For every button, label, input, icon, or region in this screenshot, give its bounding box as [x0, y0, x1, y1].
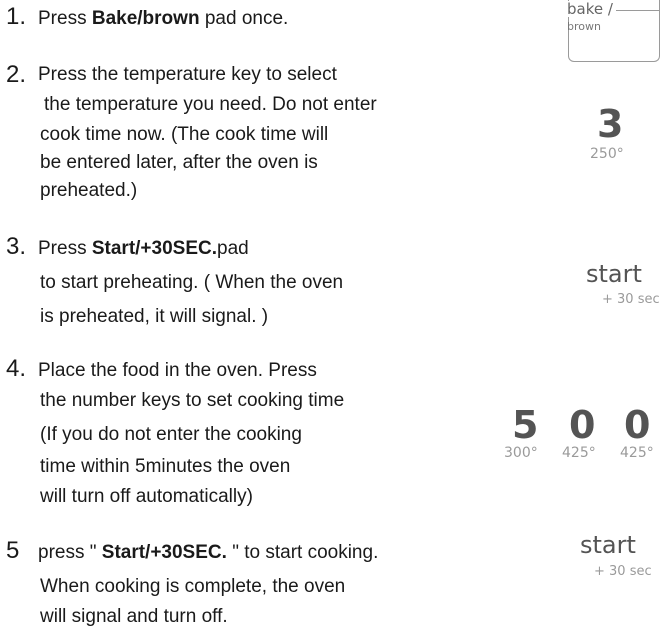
step-3-number: 3. — [6, 233, 27, 260]
step-1-number: 1. — [6, 3, 27, 30]
bake-brown-term: Bake/brown — [91, 8, 200, 29]
step-2-line-2: the temperature you need. Do not enter — [44, 94, 377, 115]
step-4-line-4: time within 5minutes the oven — [40, 456, 291, 477]
bake-brown-pad-label: bake / — [567, 1, 616, 17]
temperature-display-digit: 3 — [597, 102, 624, 146]
step-3-text-a: Press — [38, 238, 92, 259]
step-5-text-c: " to start cooking. — [226, 542, 379, 563]
time-display-digit-3: 0 — [624, 403, 651, 447]
start-key-sublabel: + 30 sec — [602, 292, 660, 307]
time-display-temp-2: 425° — [562, 445, 596, 461]
step-2-number: 2. — [6, 61, 27, 88]
start-key-sublabel: + 30 sec — [594, 564, 652, 579]
step-5-number: 5 — [6, 537, 20, 564]
step-1-text-c: pad once. — [199, 8, 289, 29]
temperature-display-value: 250° — [590, 146, 624, 162]
step-3-line-3: is preheated, it will signal. ) — [40, 306, 269, 327]
start-30sec-term: Start/+30SEC. — [91, 238, 218, 259]
step-5-line-3: will signal and turn off. — [40, 606, 228, 627]
bake-brown-pad-sublabel: brown — [567, 20, 601, 33]
step-3-line-2: to start preheating. ( When the oven — [40, 272, 344, 293]
step-4-line-5: will turn off automatically) — [40, 486, 253, 507]
step-4-line-3: (If you do not enter the cooking — [40, 424, 302, 445]
step-4-number: 4. — [6, 355, 27, 382]
step-4-line-1: Place the food in the oven. Press — [38, 360, 317, 381]
step-5-line-2: When cooking is complete, the oven — [40, 576, 346, 597]
step-1-text-a: Press — [38, 8, 92, 29]
time-display-digit-2: 0 — [569, 403, 596, 447]
step-1-line-1: Press Bake/brown pad once. — [38, 6, 288, 32]
time-display-digit-1: 5 — [512, 403, 539, 447]
step-2-line-5: preheated.) — [40, 180, 138, 201]
start-key-label: start — [586, 260, 642, 288]
step-2-line-3: cook time now. (The cook time will — [40, 124, 329, 145]
start-key-label: start — [580, 531, 636, 559]
bake-brown-pad-edge — [614, 10, 660, 11]
start-30sec-term: Start/+30SEC. — [101, 542, 227, 563]
step-3-text-c: pad — [217, 238, 249, 259]
step-3-line-1: Press Start/+30SEC.pad — [38, 236, 249, 262]
time-display-temp-1: 300° — [504, 445, 538, 461]
step-5-text-a: press " — [38, 542, 102, 563]
step-4-line-2: the number keys to set cooking time — [40, 390, 345, 411]
time-display-temp-3: 425° — [620, 445, 654, 461]
step-5-line-1: press " Start/+30SEC. " to start cooking… — [38, 540, 378, 566]
step-2-line-1: Press the temperature key to select — [38, 64, 337, 85]
step-2-line-4: be entered later, after the oven is — [40, 152, 318, 173]
